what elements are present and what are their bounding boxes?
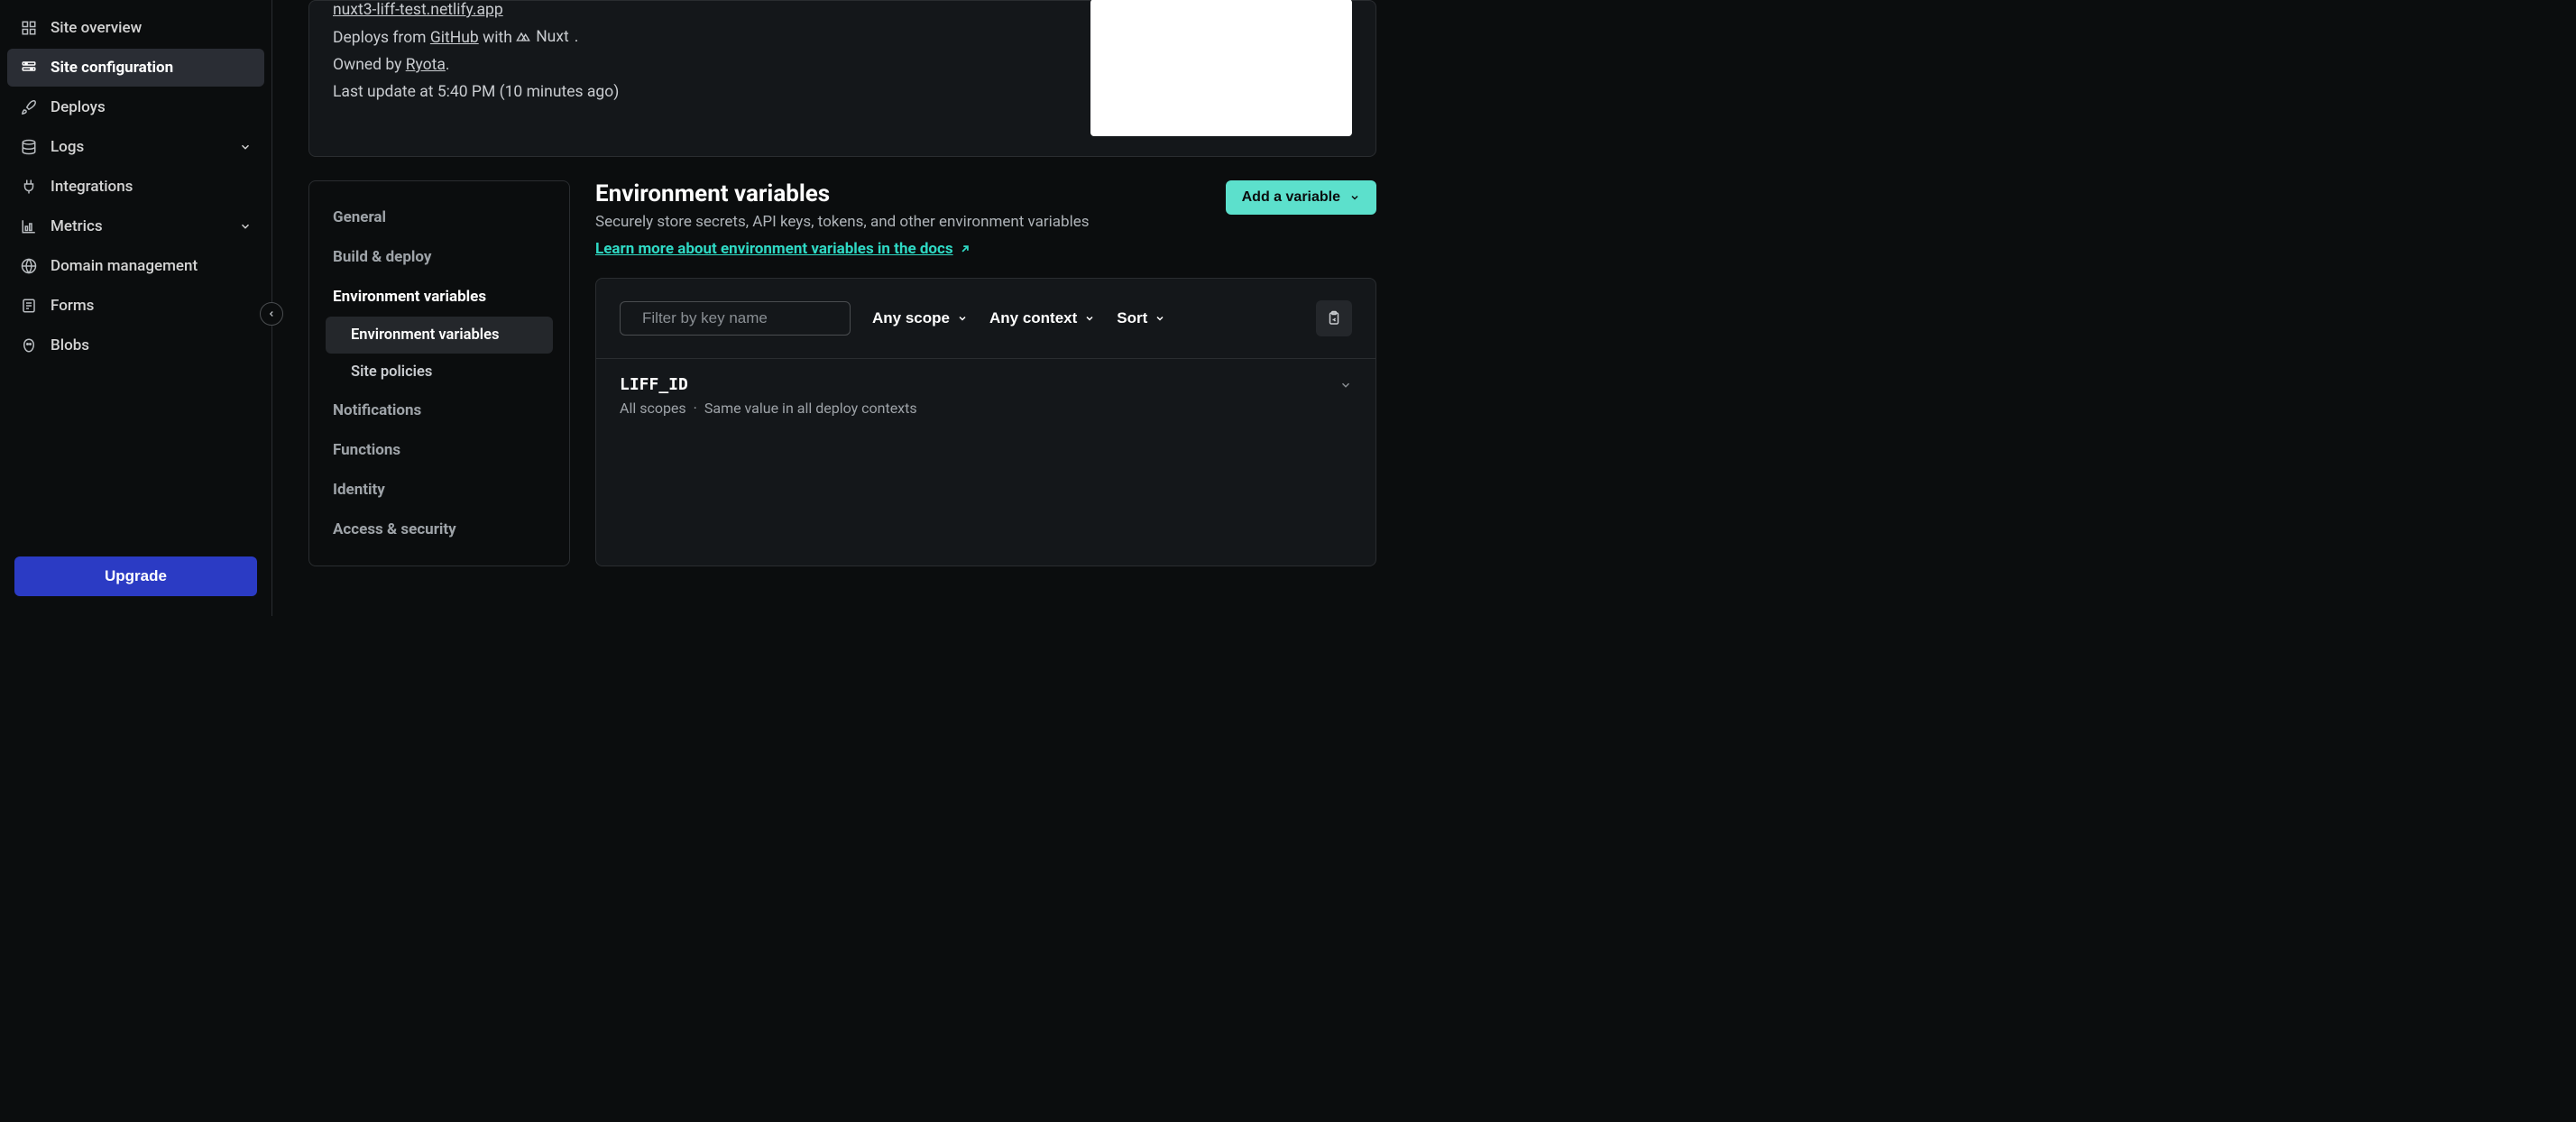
sidebar-item-deploys[interactable]: Deploys bbox=[7, 88, 264, 126]
site-info-card: nuxt3-liff-test.netlify.app Deploys from… bbox=[308, 0, 1376, 157]
filter-input-wrap bbox=[620, 301, 851, 336]
sidebar-item-label: Metrics bbox=[51, 217, 103, 235]
config-nav-env[interactable]: Environment variables bbox=[318, 277, 560, 317]
form-icon bbox=[20, 297, 38, 315]
grid-icon bbox=[20, 19, 38, 37]
filter-input[interactable] bbox=[642, 309, 842, 327]
sidebar-item-logs[interactable]: Logs bbox=[7, 128, 264, 166]
config-nav: General Build & deploy Environment varia… bbox=[308, 180, 570, 566]
docs-link[interactable]: Learn more about environment variables i… bbox=[595, 240, 971, 258]
sidebar-item-metrics[interactable]: Metrics bbox=[7, 207, 264, 245]
chevron-down-icon bbox=[239, 220, 252, 233]
chevron-down-icon bbox=[1084, 313, 1095, 324]
chevron-down-icon bbox=[239, 141, 252, 153]
sidebar-item-label: Site overview bbox=[51, 19, 142, 37]
chevron-down-icon bbox=[957, 313, 968, 324]
globe-icon bbox=[20, 257, 38, 275]
upgrade-button[interactable]: Upgrade bbox=[14, 556, 257, 596]
sliders-icon bbox=[20, 59, 38, 77]
owned-by-line: Owned by Ryota. bbox=[333, 56, 619, 74]
env-variables-panel: Any scope Any context Sort bbox=[595, 278, 1376, 566]
config-subnav-env-vars[interactable]: Environment variables bbox=[326, 317, 553, 354]
config-nav-build[interactable]: Build & deploy bbox=[318, 237, 560, 277]
sidebar-item-label: Forms bbox=[51, 297, 94, 315]
sidebar-collapse-toggle[interactable] bbox=[260, 302, 283, 326]
sidebar-item-label: Blobs bbox=[51, 336, 89, 354]
rocket-icon bbox=[20, 98, 38, 116]
env-var-row[interactable]: LIFF_ID All scopes·Same value in all dep… bbox=[596, 358, 1375, 433]
sidebar-item-integrations[interactable]: Integrations bbox=[7, 168, 264, 206]
plug-icon bbox=[20, 178, 38, 196]
env-var-meta: All scopes·Same value in all deploy cont… bbox=[620, 400, 917, 417]
framework-badge: Nuxt. bbox=[516, 28, 578, 46]
sidebar-item-label: Deploys bbox=[51, 98, 106, 116]
deploys-from-line: Deploys from GitHub with Nuxt. bbox=[333, 28, 619, 47]
config-nav-functions[interactable]: Functions bbox=[318, 430, 560, 470]
sidebar: Site overview Site configuration Deploys… bbox=[0, 0, 272, 616]
clipboard-icon bbox=[1326, 310, 1342, 326]
sidebar-item-label: Logs bbox=[51, 138, 84, 156]
chevron-down-icon bbox=[1339, 379, 1352, 391]
nuxt-icon bbox=[516, 32, 530, 42]
last-update-line: Last update at 5:40 PM (10 minutes ago) bbox=[333, 83, 619, 101]
sidebar-item-configuration[interactable]: Site configuration bbox=[7, 49, 264, 87]
context-dropdown[interactable]: Any context bbox=[989, 309, 1095, 327]
sidebar-item-domain[interactable]: Domain management bbox=[7, 247, 264, 285]
scope-dropdown[interactable]: Any scope bbox=[872, 309, 968, 327]
config-nav-notifications[interactable]: Notifications bbox=[318, 391, 560, 430]
page-title: Environment variables bbox=[595, 180, 1090, 207]
copy-env-button[interactable] bbox=[1316, 300, 1352, 336]
owner-link[interactable]: Ryota bbox=[406, 56, 446, 74]
blob-icon bbox=[20, 336, 38, 354]
sidebar-item-label: Integrations bbox=[51, 178, 133, 196]
config-nav-general[interactable]: General bbox=[318, 198, 560, 237]
config-subnav-site-policies[interactable]: Site policies bbox=[326, 354, 553, 391]
external-link-icon bbox=[959, 243, 971, 255]
site-thumbnail bbox=[1090, 0, 1352, 136]
database-icon bbox=[20, 138, 38, 156]
add-variable-button[interactable]: Add a variable bbox=[1226, 180, 1376, 215]
chevron-down-icon bbox=[1155, 313, 1165, 324]
config-nav-access[interactable]: Access & security bbox=[318, 510, 560, 549]
sidebar-item-label: Domain management bbox=[51, 257, 198, 275]
sidebar-item-label: Site configuration bbox=[51, 59, 173, 77]
sort-dropdown[interactable]: Sort bbox=[1117, 309, 1165, 327]
sidebar-item-blobs[interactable]: Blobs bbox=[7, 326, 264, 364]
env-var-key: LIFF_ID bbox=[620, 375, 917, 394]
sidebar-item-overview[interactable]: Site overview bbox=[7, 9, 264, 47]
main-content: nuxt3-liff-test.netlify.app Deploys from… bbox=[272, 0, 1402, 616]
config-nav-identity[interactable]: Identity bbox=[318, 470, 560, 510]
chevron-down-icon bbox=[1349, 192, 1360, 203]
deploy-source-link[interactable]: GitHub bbox=[430, 29, 479, 47]
chart-icon bbox=[20, 217, 38, 235]
page-subtitle: Securely store secrets, API keys, tokens… bbox=[595, 213, 1090, 231]
sidebar-item-forms[interactable]: Forms bbox=[7, 287, 264, 325]
site-url-link[interactable]: nuxt3-liff-test.netlify.app bbox=[333, 1, 619, 19]
env-section: Environment variables Securely store sec… bbox=[595, 180, 1376, 566]
